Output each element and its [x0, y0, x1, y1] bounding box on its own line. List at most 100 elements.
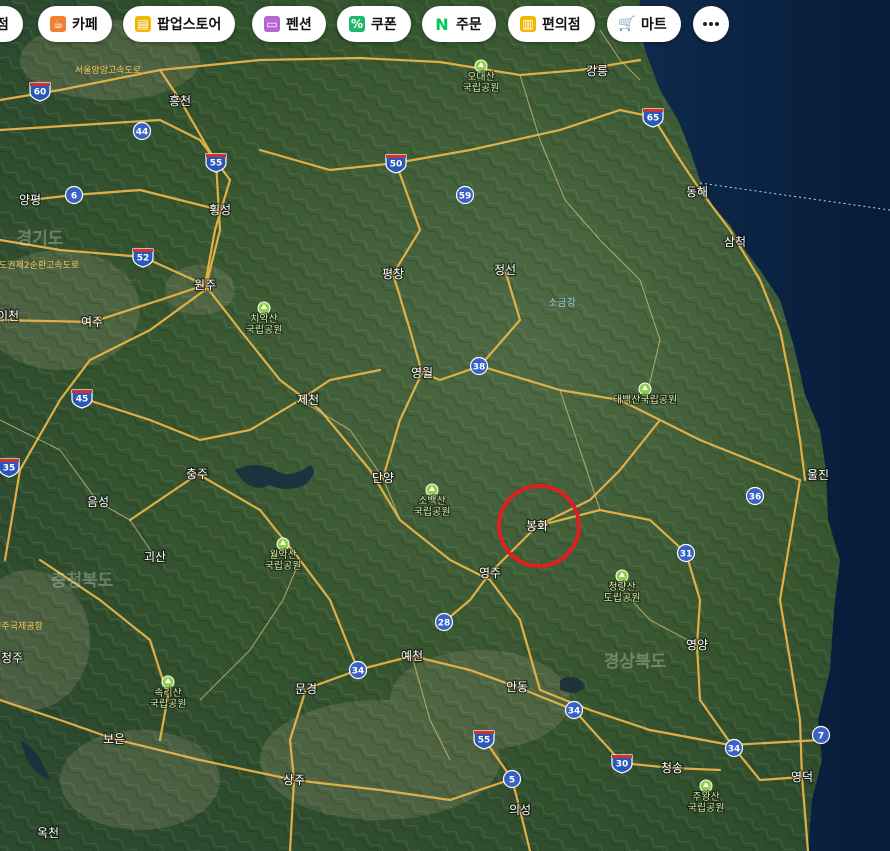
route-number: 31 — [680, 550, 693, 560]
route-shield-national: 34 — [348, 660, 368, 680]
category-chip-store[interactable]: 점 — [0, 6, 23, 42]
satellite-map[interactable]: 경기도충청북도경상북도 오대산국립공원치악산국립공원소백산국립공원월악산국립공원… — [0, 0, 890, 851]
route-number: 6 — [71, 192, 77, 202]
park-name: 소백산 — [418, 495, 446, 507]
route-shield-national: 38 — [469, 356, 489, 376]
category-chip-pension[interactable]: ▭ 펜션 — [252, 6, 326, 42]
category-chip-label: 카페 — [72, 17, 98, 33]
water-label: 소금강 — [548, 297, 576, 309]
place-label[interactable]: 음성 — [86, 494, 111, 511]
route-number: 34 — [728, 745, 741, 755]
place-label[interactable]: 봉화 — [525, 518, 550, 535]
more-dots-icon — [703, 22, 719, 26]
route-shield-national: 6 — [64, 185, 84, 205]
place-label[interactable]: 흥천 — [168, 92, 193, 110]
park-name: 월악산 — [269, 549, 297, 561]
category-chip-label: 펜션 — [286, 17, 312, 33]
category-chip-coupon[interactable]: % 쿠폰 — [337, 6, 411, 42]
route-number: 36 — [749, 493, 762, 503]
route-shield-national: 36 — [745, 486, 765, 506]
category-chip-popup-store[interactable]: ▤ 팝업스토어 — [123, 6, 236, 42]
park-name: 주왕산 — [692, 791, 720, 803]
route-number: 7 — [818, 732, 824, 742]
route-shield-expressway: 65 — [642, 108, 664, 128]
place-label[interactable]: 양평 — [18, 192, 43, 209]
route-shield-expressway: 55 — [205, 153, 227, 173]
route-number: 34 — [568, 707, 581, 717]
place-label[interactable]: 안동 — [505, 679, 530, 696]
naver-n-icon: N — [435, 14, 449, 34]
route-number: 28 — [438, 619, 451, 629]
place-label[interactable]: 원주 — [193, 277, 218, 294]
route-shield-expressway: 52 — [132, 248, 154, 268]
route-number: 38 — [473, 363, 486, 373]
park-name: 오대산 — [467, 71, 495, 83]
park-tree-icon — [474, 59, 488, 73]
place-label[interactable]: 강릉 — [585, 63, 610, 80]
category-chip-order[interactable]: N 주문 — [422, 6, 496, 42]
place-label[interactable]: 울진 — [806, 467, 831, 484]
shop-icon: ▤ — [135, 16, 151, 32]
route-number: 44 — [136, 128, 149, 138]
place-label[interactable]: 청주 — [0, 650, 24, 667]
place-label[interactable]: 정선 — [493, 262, 518, 279]
place-label[interactable]: 영월 — [410, 365, 435, 382]
place-label[interactable]: 여주 — [80, 314, 105, 331]
park-type: 국립공원 — [414, 505, 451, 518]
place-label[interactable]: 이천 — [0, 307, 20, 325]
place-label[interactable]: 제천 — [296, 391, 321, 409]
place-label[interactable]: 옥천 — [36, 824, 61, 842]
park-type: 국립공원 — [150, 697, 187, 710]
route-number: 59 — [459, 192, 472, 202]
category-chip-convenience-store[interactable]: ▥ 편의점 — [508, 6, 595, 42]
region-label: 경기도 — [17, 229, 64, 249]
park-type: 도립공원 — [604, 591, 641, 604]
place-label[interactable]: 문경 — [294, 681, 319, 698]
category-chip-mart[interactable]: 🛒 마트 — [607, 6, 681, 42]
category-chip-label: 쿠폰 — [371, 17, 397, 33]
route-number: 34 — [352, 667, 365, 677]
route-shield-national: 5 — [502, 769, 522, 789]
route-shield-national: 34 — [724, 738, 744, 758]
park-tree-icon — [257, 301, 271, 315]
place-label[interactable]: 영양 — [685, 637, 710, 654]
bed-icon: ▭ — [264, 16, 280, 32]
place-label[interactable]: 예천 — [400, 647, 425, 665]
percent-icon: % — [349, 16, 365, 32]
place-label[interactable]: 영주 — [478, 565, 503, 582]
park-name: 속리산 — [154, 687, 182, 699]
park-type: 국립공원 — [265, 559, 302, 572]
region-label: 충청북도 — [51, 570, 114, 591]
route-number: 60 — [34, 88, 47, 98]
place-label[interactable]: 삼척 — [723, 234, 748, 251]
place-label[interactable]: 의성 — [508, 802, 533, 819]
place-label[interactable]: 상주 — [282, 772, 307, 789]
route-number: 45 — [76, 395, 89, 405]
cart-icon: 🛒 — [618, 16, 636, 32]
route-shield-national: 7 — [811, 725, 831, 745]
place-label[interactable]: 충주 — [185, 466, 210, 483]
category-chip-label: 점 — [0, 17, 9, 33]
category-chip-cafe[interactable]: ☕ 카페 — [38, 6, 112, 42]
park-tree-icon — [425, 483, 439, 497]
route-number: 52 — [137, 254, 150, 264]
road-name-label: 서울양양고속도로 — [75, 65, 141, 76]
place-label[interactable]: 동해 — [685, 184, 710, 201]
coffee-icon: ☕ — [50, 16, 66, 32]
place-label[interactable]: 청송 — [660, 760, 685, 777]
place-label[interactable]: 괴산 — [143, 549, 168, 566]
route-shield-expressway: 60 — [29, 82, 51, 102]
route-number: 5 — [509, 776, 515, 786]
park-tree-icon — [699, 779, 713, 793]
place-label[interactable]: 영덕 — [790, 769, 815, 786]
place-label[interactable]: 단양 — [371, 470, 396, 487]
route-shield-national: 34 — [564, 700, 584, 720]
category-chip-label: 편의점 — [542, 17, 581, 33]
more-categories-button[interactable] — [693, 6, 729, 42]
route-number: 35 — [3, 464, 16, 474]
park-tree-icon — [638, 382, 652, 396]
place-label[interactable]: 평창 — [381, 266, 406, 283]
place-label[interactable]: 횡성 — [208, 202, 233, 219]
place-label[interactable]: 보은 — [102, 731, 127, 748]
category-chip-label: 마트 — [641, 17, 667, 33]
